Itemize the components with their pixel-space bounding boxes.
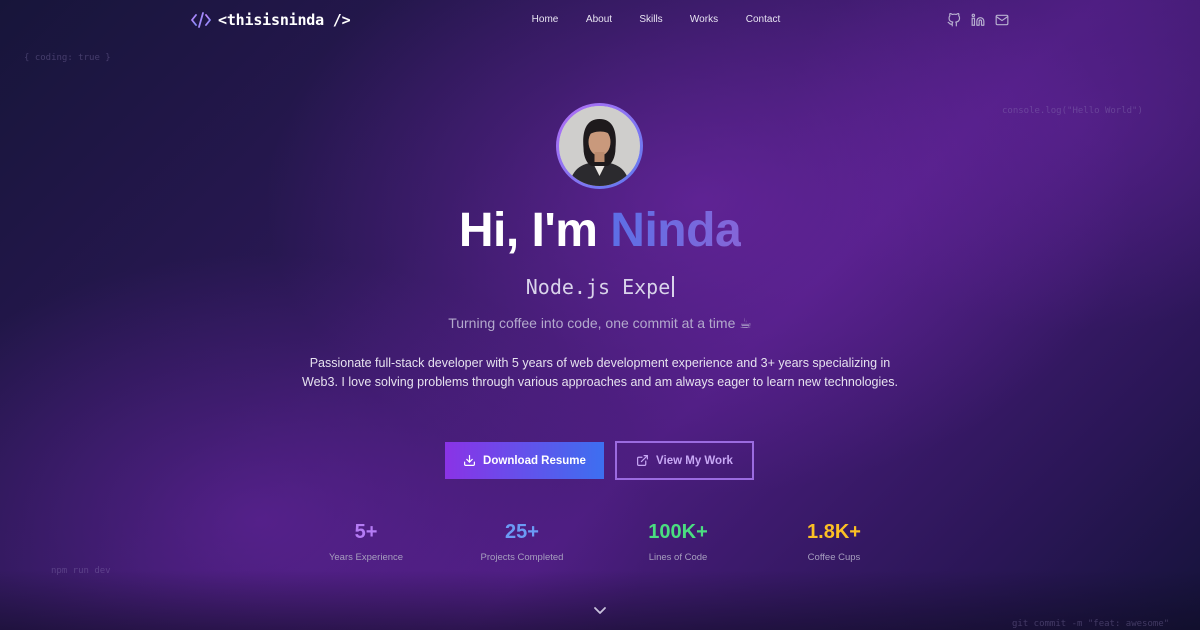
code-snippet: npm run dev xyxy=(51,566,111,576)
stat-lines-of-code: 100K+ Lines of Code xyxy=(608,521,748,563)
stat-value: 25+ xyxy=(505,521,539,543)
site-logo[interactable]: <thisisninda /> xyxy=(191,11,351,29)
stat-value: 1.8K+ xyxy=(807,521,861,543)
mail-icon[interactable] xyxy=(995,13,1009,27)
external-link-icon xyxy=(637,455,649,466)
typed-role: Node.js Expe xyxy=(0,275,1200,299)
download-resume-button[interactable]: Download Resume xyxy=(445,442,604,479)
stat-years: 5+ Years Experience xyxy=(296,521,436,563)
bio-paragraph: Passionate full-stack developer with 5 y… xyxy=(302,356,898,389)
person-silhouette xyxy=(559,106,640,186)
stat-label: Projects Completed xyxy=(480,552,564,563)
code-snippet: git commit -m "feat: awesome" xyxy=(1012,619,1170,629)
hero-name: Ninda xyxy=(610,204,742,257)
view-work-label: View My Work xyxy=(656,454,733,467)
nav-link-works[interactable]: Works xyxy=(690,14,718,25)
download-icon xyxy=(464,455,476,466)
scroll-down-chevron-icon[interactable] xyxy=(593,606,607,616)
profile-photo xyxy=(559,106,640,186)
logo-text: <thisisninda /> xyxy=(218,11,351,29)
stat-label: Lines of Code xyxy=(648,552,708,563)
hero-greeting: Hi, I'm xyxy=(458,204,611,257)
stat-label: Coffee Cups xyxy=(807,552,861,563)
tagline: Turning coffee into code, one commit at … xyxy=(448,315,752,331)
linkedin-icon[interactable] xyxy=(971,13,985,27)
stat-projects: 25+ Projects Completed xyxy=(452,521,592,563)
stat-value: 100K+ xyxy=(648,521,708,543)
download-resume-label: Download Resume xyxy=(483,454,586,467)
nav-link-about[interactable]: About xyxy=(586,14,612,25)
nav-link-contact[interactable]: Contact xyxy=(746,14,780,25)
view-work-button[interactable]: View My Work xyxy=(615,441,754,480)
navbar: <thisisninda /> Home About Skills Works … xyxy=(0,0,1200,40)
github-icon[interactable] xyxy=(947,13,961,27)
typed-text: Node.js Expe xyxy=(525,275,671,299)
avatar xyxy=(556,103,643,189)
stat-value: 5+ xyxy=(354,521,378,543)
stat-coffee-cups: 1.8K+ Coffee Cups xyxy=(764,521,904,563)
nav-link-skills[interactable]: Skills xyxy=(639,14,662,25)
hero-title: Hi, I'm Ninda xyxy=(0,203,1200,258)
code-brackets-icon xyxy=(191,12,211,28)
code-snippet: { coding: true } xyxy=(24,53,111,63)
stat-label: Years Experience xyxy=(328,552,404,563)
code-snippet: console.log("Hello World") xyxy=(1002,106,1143,116)
typing-cursor xyxy=(672,276,675,297)
nav-link-home[interactable]: Home xyxy=(532,14,559,25)
